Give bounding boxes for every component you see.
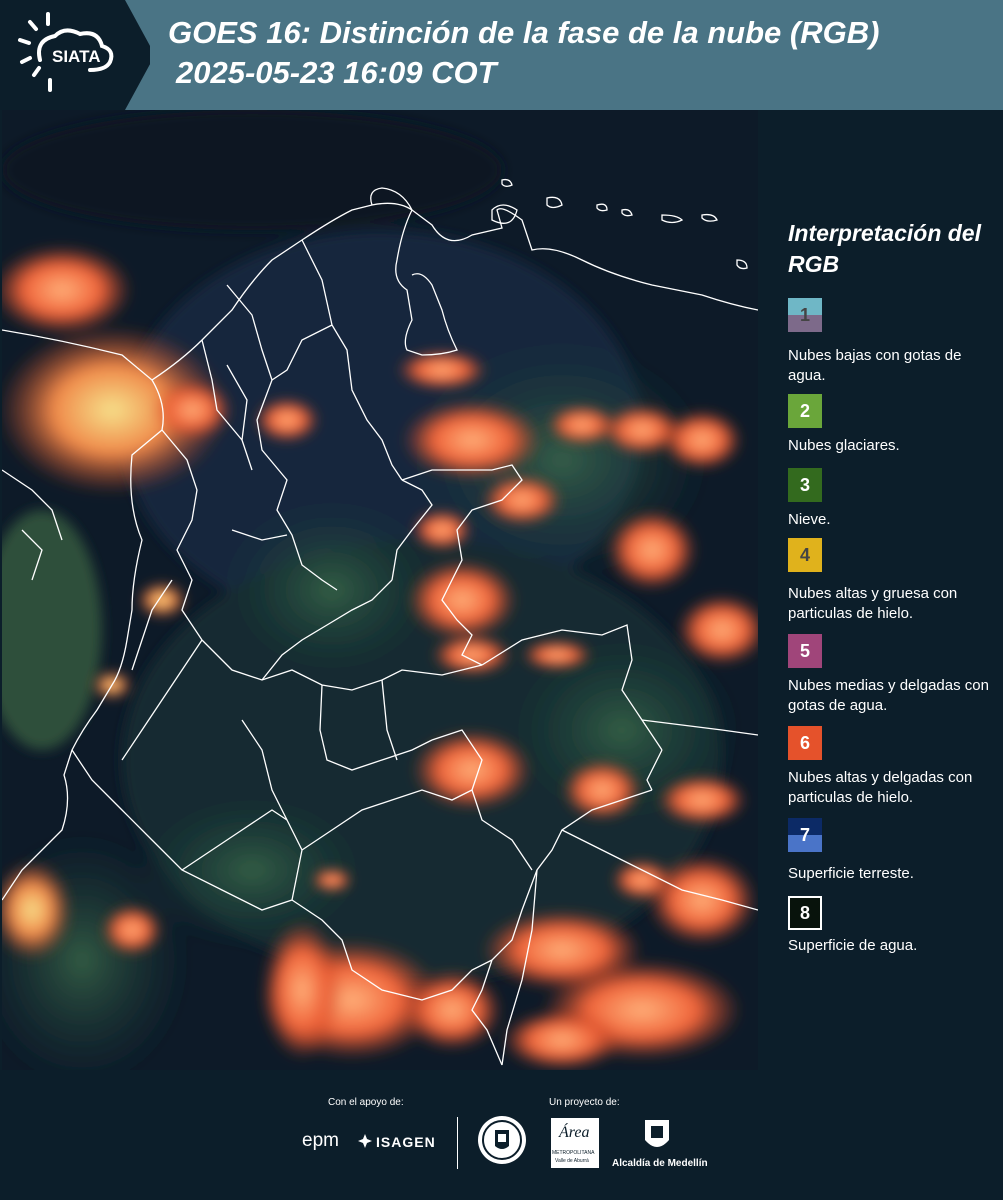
legend-swatch-4: 4 — [788, 538, 822, 572]
support-label: Con el apoyo de: — [328, 1097, 404, 1108]
alcaldia-shield-icon — [643, 1118, 671, 1154]
area-metropolitana-logo[interactable]: Área METROPOLITANA Valle de Aburrá — [551, 1118, 599, 1168]
legend-swatch-7: 7 — [788, 818, 822, 852]
legend-swatch-5: 5 — [788, 634, 822, 668]
area-logo-text: Área — [559, 1124, 590, 1141]
medellin-seal-icon[interactable] — [478, 1116, 526, 1164]
legend-swatch-8: 8 — [788, 896, 822, 930]
area-logo-sub2: Valle de Aburrá — [555, 1158, 589, 1164]
legend-panel: Interpretación del RGB 1 Nubes bajas con… — [760, 110, 1003, 1070]
logo-text: SIATA — [52, 47, 100, 66]
legend-swatch-6: 6 — [788, 726, 822, 760]
page-timestamp: 2025-05-23 16:09 COT — [176, 55, 497, 90]
legend-label-3: Nieve. — [788, 511, 831, 528]
legend-label-2: Nubes glaciares. — [788, 437, 900, 454]
legend-label-5: Nubes medias y delgadas con gotas de agu… — [788, 677, 989, 714]
legend-swatch-2: 2 — [788, 394, 822, 428]
satellite-map[interactable] — [2, 110, 758, 1070]
isagen-icon — [358, 1134, 372, 1148]
legend-label-6: Nubes altas y delgadas con particulas de… — [788, 769, 973, 806]
legend-swatch-3: 3 — [788, 468, 822, 502]
legend-label-4: Nubes altas y gruesa con particulas de h… — [788, 585, 958, 622]
siata-logo-box[interactable]: SIATA — [0, 0, 155, 110]
header: SIATA GOES 16: Distinción de la fase de … — [0, 0, 1003, 110]
area-logo-sub1: METROPOLITANA — [552, 1150, 595, 1156]
legend-title: Interpretación del RGB — [788, 220, 981, 277]
footer: Con el apoyo de: Un proyecto de: epm ISA… — [0, 1070, 1003, 1200]
alcaldia-logo[interactable]: Alcaldía de Medellín — [612, 1158, 708, 1169]
legend-label-1: Nubes bajas con gotas de agua. — [788, 347, 962, 384]
legend-swatch-1: 1 — [788, 298, 822, 332]
siata-logo: SIATA — [0, 0, 155, 110]
legend-label-8: Superficie de agua. — [788, 937, 918, 954]
project-label: Un proyecto de: — [549, 1097, 620, 1108]
footer-divider — [457, 1117, 458, 1169]
page-title: GOES 16: Distinción de la fase de la nub… — [168, 15, 880, 50]
isagen-logo[interactable]: ISAGEN — [376, 1134, 436, 1150]
legend-label-7: Superficie terreste. — [788, 865, 914, 882]
satellite-rgb-image — [2, 110, 758, 1070]
epm-logo[interactable]: epm — [302, 1130, 339, 1152]
